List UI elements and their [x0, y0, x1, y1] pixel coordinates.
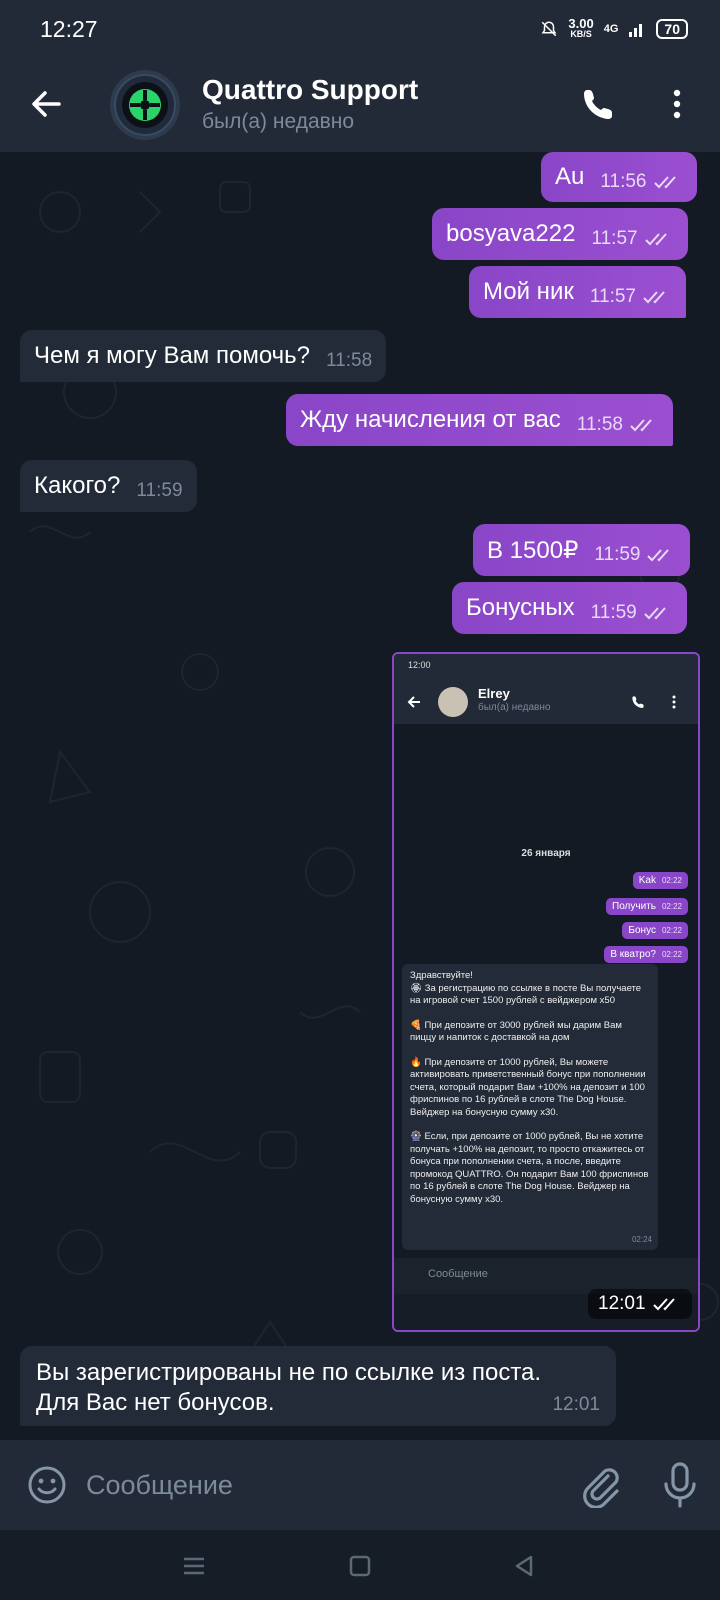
inner-bubble-time: 02:22 [661, 902, 682, 911]
message-time: 11:58 [326, 350, 373, 371]
inner-bubble-text: Kak [638, 875, 656, 886]
speed-value: 3.00 [568, 16, 594, 31]
inner-input-placeholder: Сообщение [428, 1268, 488, 1280]
message-text: bosyava222 [446, 220, 576, 247]
message-time: 12:01 [552, 1394, 600, 1415]
message-time: 11:59 [136, 480, 183, 501]
double-check-icon [652, 1298, 675, 1311]
inner-bubble-time: 02:22 [661, 876, 682, 885]
message-time: 11:57 [589, 286, 636, 307]
back-triangle-icon[interactable] [510, 1552, 538, 1580]
double-check-icon [643, 291, 665, 304]
inner-bubble: Бонус 02:22 [622, 922, 688, 939]
inner-chat-header: Elrey был(а) недавно [394, 680, 698, 724]
network-type: 4G [603, 23, 619, 35]
avatar[interactable] [110, 70, 180, 140]
message-text: В 1500₽ [487, 536, 579, 564]
inner-phone-icon [632, 696, 644, 708]
more-vertical-icon[interactable] [662, 84, 692, 124]
message-time: 11:59 [590, 602, 637, 623]
message-time: 11:56 [600, 171, 647, 192]
inner-chat-title: Elrey [478, 686, 510, 701]
home-icon[interactable] [346, 1552, 374, 1580]
message-bubble-incoming[interactable]: Какого? 11:59 [20, 460, 197, 512]
status-time: 12:27 [40, 16, 98, 42]
double-check-icon [644, 607, 666, 620]
message-text: Au [555, 163, 585, 190]
status-bar: 12:27 3.00 KB/S 4G 70 [0, 0, 720, 60]
inner-last-seen: был(а) недавно [478, 702, 551, 713]
inner-reply-paragraph: 🔥 При депозите от 1000 рублей, Вы можете… [410, 1056, 646, 1118]
inner-reply-bubble: Здравствуйте! 🏵 За регистрацию по ссылке… [402, 964, 658, 1250]
chat-header: Quattro Support был(а) недавно [0, 60, 720, 152]
status-icons: 3.00 KB/S 4G 70 [540, 16, 688, 40]
inner-bubble: В кватро? 02:22 [604, 946, 688, 963]
message-bubble-outgoing[interactable]: В 1500₽ 11:59 [473, 524, 691, 576]
message-text-line: Для Вас нет бонусов. [36, 1389, 275, 1416]
message-bubble-incoming[interactable]: Вы зарегистрированы не по ссылке из пост… [20, 1346, 616, 1426]
message-time: 12:01 [598, 1293, 646, 1314]
signal-icon [629, 24, 643, 37]
inner-bubble-text: Бонус [628, 925, 656, 936]
message-text: Жду начисления от вас [300, 406, 561, 433]
inner-reply-paragraph: Здравствуйте! 🏵 За регистрацию по ссылке… [410, 970, 642, 1006]
message-time: 11:59 [594, 544, 641, 565]
inner-avatar [438, 687, 468, 717]
double-check-icon [647, 549, 670, 562]
message-text: Мой ник [483, 278, 574, 305]
double-check-icon [653, 176, 676, 189]
inner-bubble-time: 02:22 [661, 926, 682, 935]
microphone-icon[interactable] [660, 1460, 700, 1510]
message-bubble-outgoing[interactable]: bosyava222 11:57 [432, 208, 688, 260]
system-nav-bar [0, 1530, 720, 1600]
image-message-time: 12:01 [588, 1289, 692, 1319]
last-seen-status: был(а) недавно [202, 110, 355, 133]
inner-bubble: Kak 02:22 [632, 872, 688, 889]
inner-bubble-time: 02:22 [661, 950, 682, 959]
message-time: 11:57 [591, 228, 638, 249]
inner-reply-time: 02:24 [631, 1234, 652, 1244]
double-check-icon [630, 419, 652, 432]
double-check-icon [644, 233, 667, 246]
image-message-screenshot[interactable]: 12:00 Elrey был(а) недавно 26 января Kak… [392, 652, 700, 1332]
back-arrow-icon[interactable] [26, 84, 66, 124]
mute-bell-icon [542, 21, 557, 37]
inner-bubble-text: Получить [612, 901, 656, 912]
battery-indicator: 70 [656, 19, 688, 39]
inner-back-arrow-icon [407, 696, 420, 708]
message-text: Чем я могу Вам помочь? [34, 342, 310, 369]
inner-chat-body: 26 января Kak 02:22 Получить 02:22 Бонус 02… [394, 724, 698, 1258]
emoji-icon[interactable] [26, 1464, 68, 1506]
inner-bubble-text: В кватро? [610, 949, 656, 960]
message-bubble-outgoing[interactable]: Мой ник 11:57 [469, 266, 686, 318]
chat-title[interactable]: Quattro Support [202, 74, 418, 106]
message-bubble-outgoing[interactable]: Жду начисления от вас 11:58 [286, 394, 673, 446]
recent-apps-icon[interactable] [180, 1552, 208, 1580]
message-text: Бонусных [466, 594, 575, 621]
inner-status-bar: 12:00 [394, 654, 698, 680]
message-input[interactable]: Сообщение [86, 1470, 233, 1501]
inner-date-separator: 26 января [521, 848, 571, 859]
message-text-line: Вы зарегистрированы не по ссылке из пост… [36, 1359, 542, 1386]
message-time: 11:58 [576, 414, 623, 435]
inner-status-time: 12:00 [408, 660, 431, 670]
message-input-bar: Сообщение [0, 1440, 720, 1530]
paperclip-icon[interactable] [578, 1462, 622, 1508]
inner-more-icon [672, 695, 676, 709]
wheel-logo-icon [114, 74, 176, 136]
message-bubble-outgoing[interactable]: Au 11:56 [541, 152, 697, 202]
network-speed: 3.00 KB/S [568, 16, 594, 40]
inner-bubble: Получить 02:22 [606, 898, 688, 915]
speed-unit: KB/S [570, 29, 592, 39]
inner-reply-paragraph: 🍕 При депозите от 3000 рублей мы дарим В… [410, 1019, 622, 1044]
inner-reply-paragraph: 🎡 Если, при депозите от 1000 рублей, Вы … [410, 1131, 649, 1205]
chat-area[interactable]: Au 11:56 bosyava222 11:57 Мой ник 11:57 … [0, 152, 720, 1440]
message-bubble-incoming[interactable]: Чем я могу Вам помочь? 11:58 [20, 330, 387, 382]
message-text: Какого? [34, 472, 121, 499]
phone-icon[interactable] [578, 84, 618, 124]
message-bubble-outgoing[interactable]: Бонусных 11:59 [452, 582, 687, 634]
